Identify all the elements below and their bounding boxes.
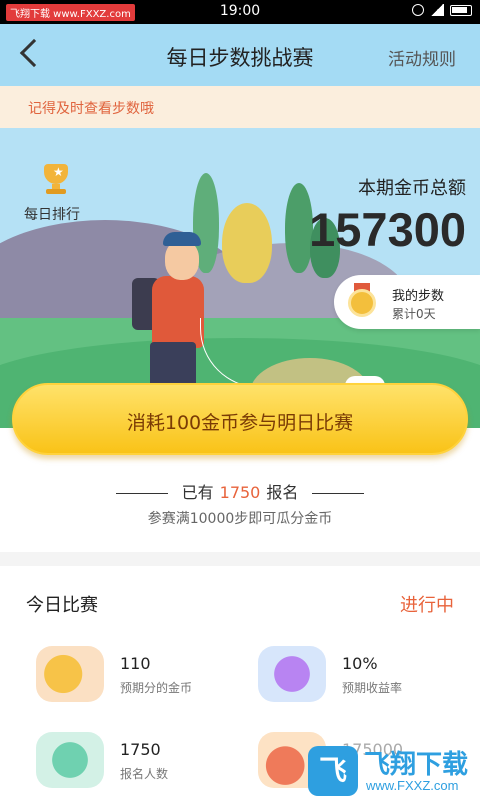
divider-line [115, 493, 168, 494]
signup-suffix: 报名 [266, 483, 299, 502]
join-button[interactable]: 消耗100金币参与明日比赛 [12, 383, 468, 455]
stat-label: 预期收益率 [342, 681, 403, 695]
stat-signups: 1750 报名人数 [36, 732, 256, 792]
rotation-lock-icon [412, 4, 424, 16]
site-watermark-title: 飞翔下载 [364, 750, 469, 780]
prize-pool-label: 本期金币总额 [358, 178, 466, 199]
signup-rule: 参赛满10000步即可瓜分金币 [147, 511, 333, 527]
status-time: 19:00 [219, 3, 261, 19]
stat-value: 110 [120, 654, 151, 673]
rules-link[interactable]: 活动规则 [388, 45, 456, 70]
join-button-label: 消耗100金币参与明日比赛 [126, 412, 354, 434]
stat-label: 预期分的金币 [120, 681, 193, 695]
nav-bar: 每日步数挑战赛 活动规则 [0, 24, 480, 86]
stat-value: 10% [342, 654, 378, 673]
prize-pool-value: 157300 [309, 203, 466, 256]
site-logo-icon: 飞 [308, 746, 358, 796]
stat-label: 报名人数 [120, 767, 169, 781]
site-watermark: 飞 飞翔下载 www.FXXZ.com [308, 742, 480, 800]
trophy-icon[interactable]: ★ [40, 164, 72, 194]
signup-count-line: 已有 1750 报名 [0, 479, 480, 503]
status-bar: 飞翔下载 www.FXXZ.com 19:00 [0, 0, 480, 24]
walker-head-illustration [165, 240, 199, 280]
coins-icon [36, 646, 104, 702]
today-title: 今日比赛 [26, 595, 98, 616]
my-steps-card[interactable]: 我的步数 累计0天 [334, 275, 480, 329]
tip-text: 记得及时查看步数哦 [28, 101, 154, 117]
stat-expected-coins: 110 预期分的金币 [36, 646, 256, 706]
signup-prefix: 已有 [181, 483, 214, 502]
status-icons [412, 4, 472, 16]
stat-expected-yield: 10% 预期收益率 [258, 646, 478, 706]
walker-hat-illustration [163, 232, 201, 246]
site-watermark-url: www.FXXZ.com [366, 778, 459, 793]
tree-illustration [222, 203, 272, 283]
battery-icon [450, 4, 472, 16]
my-steps-title: 我的步数 [392, 289, 445, 304]
divider-line [312, 493, 365, 494]
walker-illustration [152, 276, 204, 348]
my-steps-days: 累计0天 [392, 307, 436, 321]
today-status: 进行中 [400, 595, 454, 616]
stat-value: 1750 [120, 740, 161, 759]
tip-bar: 记得及时查看步数哦 [0, 86, 480, 128]
medal-icon [344, 283, 380, 319]
signal-icon [430, 4, 444, 16]
signup-count: 1750 [219, 483, 261, 502]
daily-rank-link[interactable]: 每日排行 [24, 204, 80, 224]
people-icon [36, 732, 104, 788]
chart-icon [258, 646, 326, 702]
